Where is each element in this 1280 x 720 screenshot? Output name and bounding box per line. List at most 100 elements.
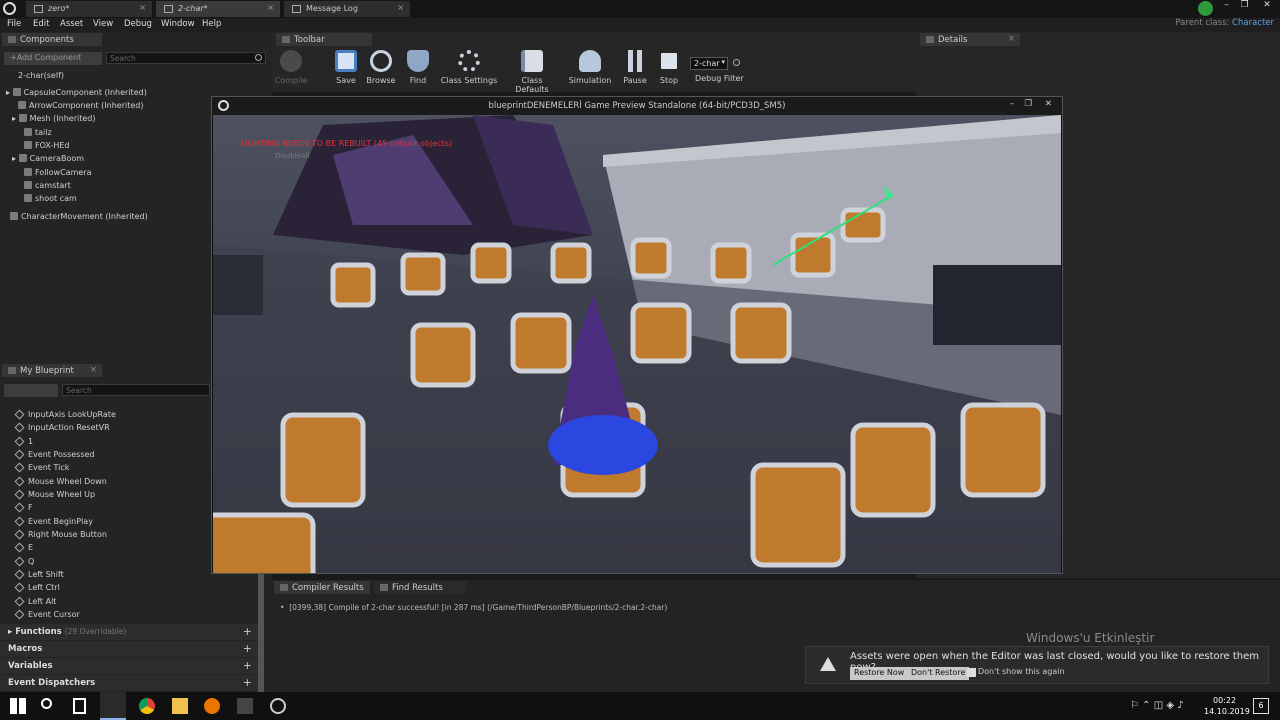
tree-item[interactable]: ▸ Mesh (Inherited)	[12, 114, 95, 123]
maximize-button[interactable]: ❐	[1236, 0, 1253, 12]
tree-item[interactable]: ▸ CameraBoom	[12, 154, 84, 163]
menu-window[interactable]: Window	[161, 19, 195, 29]
list-item[interactable]: E	[14, 542, 33, 553]
list-item[interactable]: Mouse Wheel Down	[14, 476, 107, 487]
list-item[interactable]: Event Possessed	[14, 449, 95, 460]
class-defaults-button[interactable]: Class Defaults	[504, 50, 560, 94]
tab-my-blueprint[interactable]: My Blueprint ×	[2, 364, 102, 377]
tab-zero[interactable]: zero* ×	[26, 1, 152, 17]
list-item[interactable]: Event Tick	[14, 462, 69, 473]
add-icon[interactable]: +	[243, 642, 252, 655]
add-component-button[interactable]: +Add Component	[4, 52, 102, 65]
tree-item[interactable]: FOX-HEd	[24, 141, 70, 150]
game-preview-window[interactable]: blueprintDENEMELERİ Game Preview Standal…	[211, 96, 1063, 574]
list-item[interactable]: InputAxis LookUpRate	[14, 409, 116, 420]
tab-toolbar[interactable]: Toolbar	[276, 33, 372, 46]
self-item[interactable]: 2-char(self)	[18, 71, 64, 80]
restore-now-button[interactable]: Restore Now	[850, 667, 909, 680]
tree-item[interactable]: CharacterMovement (Inherited)	[10, 212, 148, 221]
windows-start-icon[interactable]	[10, 698, 26, 714]
list-item[interactable]: Left Ctrl	[14, 582, 60, 593]
debug-search-icon[interactable]	[733, 59, 740, 66]
stop-button[interactable]: Stop	[646, 50, 692, 85]
add-icon[interactable]: +	[243, 625, 252, 638]
close-window-button[interactable]: ✕	[1045, 99, 1052, 109]
tree-item[interactable]: ArrowComponent (Inherited)	[18, 101, 143, 110]
close-icon[interactable]: ×	[90, 365, 97, 375]
menu-edit[interactable]: Edit	[33, 19, 49, 29]
list-item[interactable]: Event BeginPlay	[14, 516, 93, 527]
app-icon[interactable]	[270, 698, 286, 714]
list-item[interactable]: Right Mouse Button	[14, 529, 107, 540]
add-icon[interactable]: +	[243, 676, 252, 689]
category-macros[interactable]: Macros +	[0, 641, 258, 657]
tab-find-results[interactable]: Find Results	[374, 581, 466, 594]
tab-compiler-results[interactable]: Compiler Results	[274, 581, 370, 594]
list-item[interactable]: Event Cursor	[14, 609, 80, 620]
minimize-button[interactable]: –	[1218, 0, 1235, 12]
close-icon[interactable]: ×	[139, 3, 146, 12]
dont-restore-button[interactable]: Don't Restore	[907, 667, 970, 680]
game-viewport[interactable]: LIGHTING NEEDS TO BE REBUILT (45 unbuilt…	[213, 115, 1061, 573]
list-item[interactable]: Left Shift	[14, 569, 64, 580]
game-window-titlebar[interactable]: blueprintDENEMELERİ Game Preview Standal…	[212, 97, 1062, 115]
find-button[interactable]: Find	[395, 50, 441, 85]
debug-object-select[interactable]: 2-char ▾	[690, 57, 728, 70]
tree-item[interactable]: tailz	[24, 128, 52, 137]
unreal-engine-taskbar-icon[interactable]	[100, 692, 126, 720]
list-item[interactable]: Q	[14, 556, 34, 567]
task-view-icon[interactable]	[73, 698, 86, 714]
close-icon[interactable]: ×	[1008, 34, 1015, 44]
tab-2-char[interactable]: 2-char* ×	[156, 1, 280, 17]
maximize-button[interactable]: ❐	[1024, 99, 1032, 109]
tab-details[interactable]: Details ×	[920, 33, 1020, 46]
tree-label: camstart	[35, 181, 71, 190]
close-icon[interactable]: ×	[267, 3, 274, 12]
blueprint-search-input[interactable]: Search	[62, 384, 210, 396]
list-item[interactable]: Left Alt	[14, 596, 56, 607]
tray-icons[interactable]: ⚐ ⌃ ◫ ◈ ♪	[1130, 700, 1184, 711]
blender-icon[interactable]	[204, 698, 220, 714]
clock-time[interactable]: 00:22	[1213, 696, 1236, 705]
menu-view[interactable]: View	[93, 19, 113, 29]
add-icon[interactable]: +	[243, 659, 252, 672]
parent-class-label: Parent class:	[1175, 18, 1230, 28]
list-item[interactable]: F	[14, 502, 33, 513]
tree-item[interactable]: camstart	[24, 181, 71, 190]
blueprint-icon	[8, 367, 16, 374]
tab-message-log[interactable]: Message Log ×	[284, 1, 410, 17]
tab-components[interactable]: Components	[2, 33, 102, 46]
add-new-button[interactable]	[4, 384, 58, 397]
category-functions[interactable]: ▸ Functions (29 Overridable) +	[0, 624, 258, 640]
category-variables[interactable]: Variables +	[0, 658, 258, 674]
search-icon[interactable]	[41, 698, 52, 709]
close-window-button[interactable]: ✕	[1256, 0, 1278, 12]
list-item[interactable]: Mouse Wheel Up	[14, 489, 95, 500]
minimize-button[interactable]: –	[1010, 99, 1014, 109]
menu-help[interactable]: Help	[202, 19, 221, 29]
list-item[interactable]: InputAction ResetVR	[14, 422, 110, 433]
close-icon[interactable]: ×	[397, 3, 404, 12]
simulation-button[interactable]: Simulation	[566, 50, 614, 85]
source-control-icon[interactable]	[1198, 1, 1213, 16]
compile-button[interactable]: Compile	[268, 50, 314, 85]
menu-debug[interactable]: Debug	[124, 19, 152, 29]
category-event-dispatchers[interactable]: Event Dispatchers +	[0, 675, 258, 691]
file-explorer-icon[interactable]	[172, 698, 188, 714]
tree-item[interactable]: ▸ CapsuleComponent (Inherited)	[6, 88, 147, 97]
dont-show-checkbox[interactable]	[967, 668, 976, 677]
class-settings-button[interactable]: Class Settings	[440, 50, 498, 85]
chrome-icon[interactable]	[139, 698, 155, 714]
clock-date[interactable]: 14.10.2019	[1204, 707, 1250, 716]
game-window-title: blueprintDENEMELERİ Game Preview Standal…	[488, 101, 786, 111]
tree-item[interactable]: shoot cam	[24, 194, 77, 203]
app-icon[interactable]	[237, 698, 253, 714]
notification-center-icon[interactable]: 6	[1253, 698, 1269, 714]
components-search-input[interactable]: Search	[106, 52, 266, 64]
tree-item[interactable]: FollowCamera	[24, 168, 92, 177]
parent-class-link[interactable]: Character	[1232, 18, 1274, 28]
menu-file[interactable]: File	[7, 19, 21, 29]
list-item[interactable]: 1	[14, 436, 33, 447]
scrollbar[interactable]	[258, 574, 264, 692]
menu-asset[interactable]: Asset	[60, 19, 83, 29]
